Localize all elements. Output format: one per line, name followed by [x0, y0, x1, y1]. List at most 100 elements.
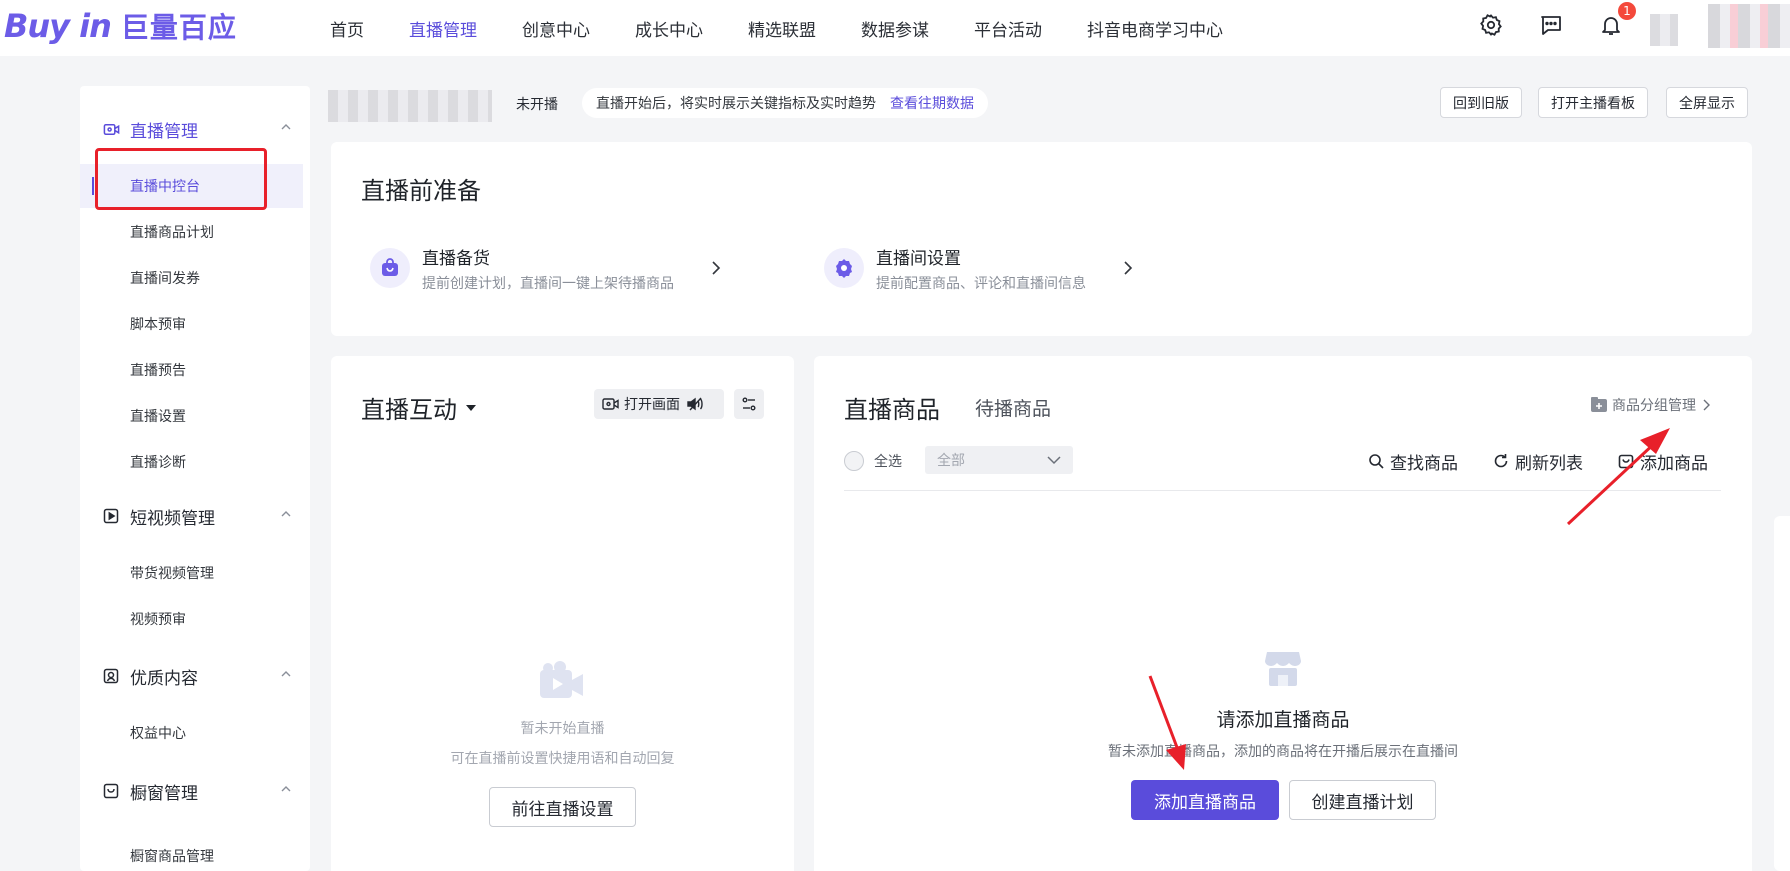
sidebar-item-video-management[interactable]: 带货视频管理	[80, 551, 303, 595]
sidebar-item-benefits-center[interactable]: 权益中心	[80, 711, 303, 755]
create-live-plan-button[interactable]: 创建直播计划	[1289, 780, 1436, 820]
sidebar-group-label: 优质内容	[130, 668, 198, 689]
sidebar-item-script-review[interactable]: 脚本预审	[80, 302, 303, 346]
account-name-blurred[interactable]	[1708, 4, 1790, 48]
back-to-old-version-button[interactable]: 回到旧版	[1440, 87, 1522, 118]
logo-wordmark: Buy in	[4, 7, 112, 45]
search-products-button[interactable]: 查找商品	[1368, 449, 1458, 474]
prep-item-title: 直播间设置	[876, 248, 961, 269]
sidebar-item-live-coupons[interactable]: 直播间发券	[80, 256, 303, 300]
open-anchor-dashboard-button[interactable]: 打开主播看板	[1538, 87, 1648, 118]
nav-item-home[interactable]: 首页	[330, 16, 364, 41]
chevron-right-icon	[1124, 261, 1133, 275]
message-icon[interactable]	[1538, 12, 1564, 38]
live-status-label: 未开播	[516, 97, 558, 113]
sidebar-item-video-review[interactable]: 视频预审	[80, 597, 303, 641]
sidebar-group-label: 短视频管理	[130, 508, 215, 529]
products-empty-desc: 暂未添加直播商品，添加的商品将在开播后展示在直播间	[1108, 744, 1458, 760]
sidebar-group-short-video[interactable]: 短视频管理	[80, 496, 310, 536]
interaction-empty-title: 暂未开始直播	[520, 721, 605, 737]
logo-brand: 巨量百应	[120, 11, 237, 44]
interaction-title-dropdown[interactable]: 直播互动	[361, 390, 477, 425]
nav-item-growth-center[interactable]: 成长中心	[635, 16, 703, 41]
chevron-right-icon	[712, 261, 721, 275]
live-tip-bar: 直播开始后，将实时展示关键指标及实时趋势 查看往期数据	[582, 88, 988, 118]
annotation-highlight-box	[95, 148, 267, 210]
search-icon	[1369, 454, 1384, 469]
interaction-empty-desc: 可在直播前设置快捷用语和自动回复	[450, 751, 675, 767]
history-data-link[interactable]: 查看往期数据	[890, 93, 974, 113]
nav-item-live-management[interactable]: 直播管理	[409, 16, 477, 41]
notification-badge: 1	[1618, 2, 1636, 20]
camera-icon	[602, 398, 619, 410]
settings-gear-icon	[824, 248, 864, 288]
prep-title: 直播前准备	[361, 177, 481, 205]
caret-down-icon	[466, 404, 476, 411]
chevron-right-icon	[1703, 399, 1710, 411]
chevron-up-icon	[281, 786, 291, 792]
checkbox-circle	[844, 451, 864, 471]
chevron-up-icon	[281, 511, 291, 517]
live-camera-icon	[102, 120, 120, 138]
interaction-title: 直播互动	[361, 396, 457, 424]
anchor-name-blurred	[328, 90, 492, 122]
add-live-product-button[interactable]: 添加直播商品	[1131, 780, 1279, 820]
sidebar-group-live-management[interactable]: 直播管理	[80, 109, 310, 149]
nav-item-data-advisor[interactable]: 数据参谋	[861, 16, 929, 41]
product-filter-value: 全部	[937, 453, 965, 469]
sidebar-group-label: 直播管理	[130, 121, 198, 142]
tab-live-products[interactable]: 直播商品	[844, 390, 940, 425]
sidebar-item-live-diagnosis[interactable]: 直播诊断	[80, 440, 303, 484]
tab-pending-products[interactable]: 待播商品	[975, 394, 1051, 421]
nav-item-learning-center[interactable]: 抖音电商学习中心	[1087, 16, 1223, 41]
prep-item-title: 直播备货	[422, 248, 490, 269]
sidebar-item-live-settings[interactable]: 直播设置	[80, 394, 303, 438]
prep-item-stock[interactable]: 直播备货 提前创建计划，直播间一键上架待播商品	[370, 238, 722, 298]
prep-item-desc: 提前配置商品、评论和直播间信息	[876, 275, 1086, 292]
speaker-mute-icon	[687, 397, 703, 411]
store-empty-icon	[1265, 652, 1301, 686]
nav-item-creative-center[interactable]: 创意中心	[522, 16, 590, 41]
prep-item-desc: 提前创建计划，直播间一键上架待播商品	[422, 275, 674, 292]
open-screen-button[interactable]: 打开画面	[594, 389, 724, 419]
window-shop-icon	[102, 782, 120, 800]
content-icon	[102, 667, 120, 685]
sidebar-group-label: 橱窗管理	[130, 783, 198, 804]
folder-plus-icon	[1591, 397, 1607, 412]
live-tip-text: 直播开始后，将实时展示关键指标及实时趋势	[596, 96, 876, 112]
shopping-bag-icon	[370, 248, 410, 288]
nav-item-platform-activity[interactable]: 平台活动	[974, 16, 1042, 41]
chevron-up-icon	[281, 671, 291, 677]
goto-live-settings-button[interactable]: 前往直播设置	[489, 787, 636, 827]
sidebar-item-live-preview[interactable]: 直播预告	[80, 348, 303, 392]
chevron-down-icon	[1047, 456, 1061, 465]
annotation-arrow-icon	[1566, 428, 1670, 526]
play-square-icon	[102, 507, 120, 525]
refresh-icon	[1494, 454, 1508, 468]
select-all-checkbox[interactable]: 全选	[844, 451, 902, 471]
sidebar-item-live-product-plan[interactable]: 直播商品计划	[80, 210, 303, 254]
settings-gear-icon[interactable]	[1478, 12, 1504, 38]
sidebar-item-window-products[interactable]: 橱窗商品管理	[80, 826, 303, 866]
products-empty-title: 请添加直播商品	[1216, 709, 1350, 731]
right-floating-rail[interactable]	[1774, 516, 1790, 871]
filter-settings-button[interactable]	[734, 389, 764, 419]
product-filter-select[interactable]: 全部	[925, 446, 1073, 474]
open-screen-label: 打开画面	[624, 397, 680, 413]
video-camera-empty-icon	[540, 661, 583, 698]
annotation-arrow-icon	[1148, 675, 1186, 770]
sidebar-group-quality-content[interactable]: 优质内容	[80, 656, 310, 696]
product-group-manage-link[interactable]: 商品分组管理	[1590, 394, 1710, 416]
select-all-label: 全选	[874, 454, 902, 470]
top-navigation-bar: Buy in 巨量百应 首页 直播管理 创意中心 成长中心 精选联盟 数据参谋 …	[0, 0, 1790, 56]
chevron-up-icon	[281, 124, 291, 130]
logo[interactable]: Buy in 巨量百应	[4, 7, 237, 45]
sidebar-group-window-management[interactable]: 橱窗管理	[80, 771, 310, 811]
fullscreen-button[interactable]: 全屏显示	[1666, 87, 1748, 118]
main-nav: 首页 直播管理 创意中心 成长中心 精选联盟 数据参谋 平台活动 抖音电商学习中…	[330, 0, 1268, 56]
search-products-label: 查找商品	[1390, 453, 1458, 474]
nav-item-alliance[interactable]: 精选联盟	[748, 16, 816, 41]
prep-item-room-settings[interactable]: 直播间设置 提前配置商品、评论和直播间信息	[824, 238, 1134, 298]
sliders-icon	[742, 397, 756, 411]
avatar[interactable]	[1650, 14, 1678, 46]
